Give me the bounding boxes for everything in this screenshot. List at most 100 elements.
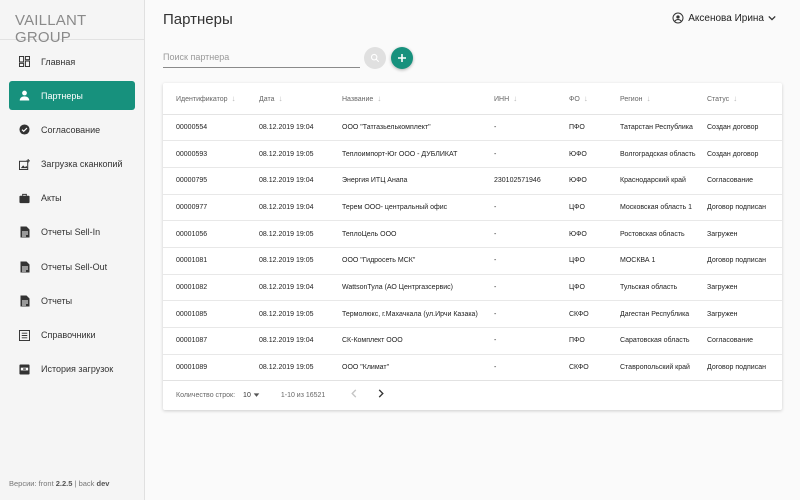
add-partner-button[interactable] [391,47,413,69]
rows-per-page-value: 10 [243,391,251,399]
cell-fo: ЮФО [569,140,620,168]
column-header-label: Дата [259,95,275,103]
sort-arrow-icon: ↓ [583,93,588,103]
archive-icon [18,363,31,376]
add-photo-icon [18,158,31,171]
cell-name: ТеплоЦель ООО [342,220,494,248]
table-header-row: Идентификатор ↓ Дата ↓ Название ↓ ИНН ↓ ФО ↓ Регио… [163,83,782,115]
column-header[interactable]: ИНН ↓ [494,83,569,115]
document-icon [18,226,31,239]
cell-region: Московская область 1 [620,194,707,222]
column-header[interactable]: ФО ↓ [569,83,620,115]
cell-status: Создан договор [707,140,782,168]
next-page-button[interactable] [378,389,385,401]
partners-table-card: Идентификатор ↓ Дата ↓ Название ↓ ИНН ↓ ФО ↓ Регио… [163,83,782,410]
table-row[interactable]: 00000795 08.12.2019 19:04 Энергия ИТЦ Анап… [163,167,782,195]
table-row[interactable]: 00001087 08.12.2019 19:04 СК-Комплект ООО -… [163,327,782,355]
cell-inn: - [494,274,569,302]
cell-region: Краснодарский край [620,167,707,195]
cell-name: Энергия ИТЦ Анапа [342,167,494,195]
cell-name: СК-Комплект ООО [342,327,494,355]
chevron-right-icon [379,389,385,398]
table-row[interactable]: 00001081 08.12.2019 19:05 ООО "Гидросеть М… [163,247,782,275]
table-row[interactable]: 00001082 08.12.2019 19:04 WattsonТула (АО … [163,274,782,302]
sidebar-item-label: Партнеры [41,90,83,101]
column-header[interactable]: Идентификатор ↓ [163,83,259,115]
sidebar-item-1[interactable]: Главная [9,47,135,76]
sidebar-item-4[interactable]: Загрузка сканкопий [9,150,135,179]
cell-status: Договор подписан [707,354,782,382]
briefcase-icon [18,192,31,205]
user-menu[interactable]: Аксенова Ирина [672,12,780,24]
sidebar: VAILLANT GROUP Главная Партнеры Согласован… [0,0,145,500]
cell-fo: ЦФО [569,194,620,222]
cell-inn: - [494,194,569,222]
sidebar-item-label: Главная [41,56,76,67]
sort-arrow-icon: ↓ [733,93,738,103]
search-button[interactable] [364,47,386,69]
table-pagination: Количество строк: 10 1-10 из 16521 [163,381,782,409]
cell-id: 00000977 [163,194,259,222]
cell-date: 08.12.2019 19:05 [259,300,342,328]
cell-inn: - [494,220,569,248]
sort-arrow-icon: ↓ [646,93,651,103]
cell-name: ООО "Климат" [342,354,494,382]
version-back-value: dev [96,479,110,488]
sidebar-item-6[interactable]: Отчеты Sell-In [9,218,135,247]
cell-inn: 230102571946 [494,167,569,195]
cell-id: 00000554 [163,114,259,142]
cell-inn: - [494,140,569,168]
sidebar-item-label: Отчеты Sell-Out [41,261,108,272]
table-row[interactable]: 00000977 08.12.2019 19:04 Терем ООО- центр… [163,194,782,222]
column-header[interactable]: Регион ↓ [620,83,707,115]
cell-date: 08.12.2019 19:04 [259,167,342,195]
person-icon [18,89,31,102]
sidebar-item-5[interactable]: Акты [9,184,135,213]
plus-icon [398,54,406,62]
rows-per-page-label: Количество строк: [176,391,236,399]
rows-per-page-select[interactable]: 10 [243,392,260,399]
table-row[interactable]: 00001085 08.12.2019 19:05 Термолюкс, г.Мах… [163,300,782,328]
sidebar-item-label: Отчеты [41,295,73,306]
cell-region: Волгоградская область [620,140,707,168]
sidebar-item-label: История загрузок [41,364,114,375]
sidebar-item-10[interactable]: История загрузок [9,355,135,384]
cell-region: Саратовская область [620,327,707,355]
cell-date: 08.12.2019 19:05 [259,140,342,168]
cell-status: Создан договор [707,114,782,142]
sidebar-item-9[interactable]: Справочники [9,321,135,350]
column-header[interactable]: Название ↓ [342,83,494,115]
cell-inn: - [494,327,569,355]
sidebar-item-3[interactable]: Согласование [9,115,135,144]
cell-fo: ЦФО [569,274,620,302]
cell-inn: - [494,354,569,382]
cell-fo: ПФО [569,327,620,355]
column-header[interactable]: Статус ↓ [707,83,782,115]
cell-status: Загружен [707,300,782,328]
chevron-left-icon [351,389,357,398]
cell-inn: - [494,247,569,275]
column-header-label: Регион [620,95,643,103]
cell-status: Договор подписан [707,194,782,222]
pagination-range: 1-10 из 16521 [280,391,326,399]
document-icon [18,294,31,307]
cell-id: 00001082 [163,274,259,302]
cell-region: Тульская область [620,274,707,302]
sidebar-item-8[interactable]: Отчеты [9,286,135,315]
version-front-label: Версии: front [9,479,54,488]
cell-id: 00001087 [163,327,259,355]
prev-page-button[interactable] [351,389,357,401]
search-input[interactable]: Поиск партнера [163,48,360,68]
table-row[interactable]: 00001056 08.12.2019 19:05 ТеплоЦель ООО - ЮФ… [163,220,782,248]
table-row[interactable]: 00000593 08.12.2019 19:05 Теплоимпорт-Юг О… [163,140,782,168]
column-header[interactable]: Дата ↓ [259,83,342,115]
column-header-label: ФО [569,95,580,103]
cell-name: WattsonТула (АО Центргазсервис) [342,274,494,302]
table-row[interactable]: 00000554 08.12.2019 19:04 ООО "Татгазьельк… [163,114,782,142]
table-row[interactable]: 00001089 08.12.2019 19:05 ООО "Климат" - СКФ… [163,354,782,382]
sidebar-item-7[interactable]: Отчеты Sell-Out [9,252,135,281]
sidebar-item-2[interactable]: Партнеры [9,81,135,111]
cell-fo: ЮФО [569,220,620,248]
cell-name: ООО "Гидросеть МСК" [342,247,494,275]
version-front-value: 2.2.5 [55,479,73,488]
